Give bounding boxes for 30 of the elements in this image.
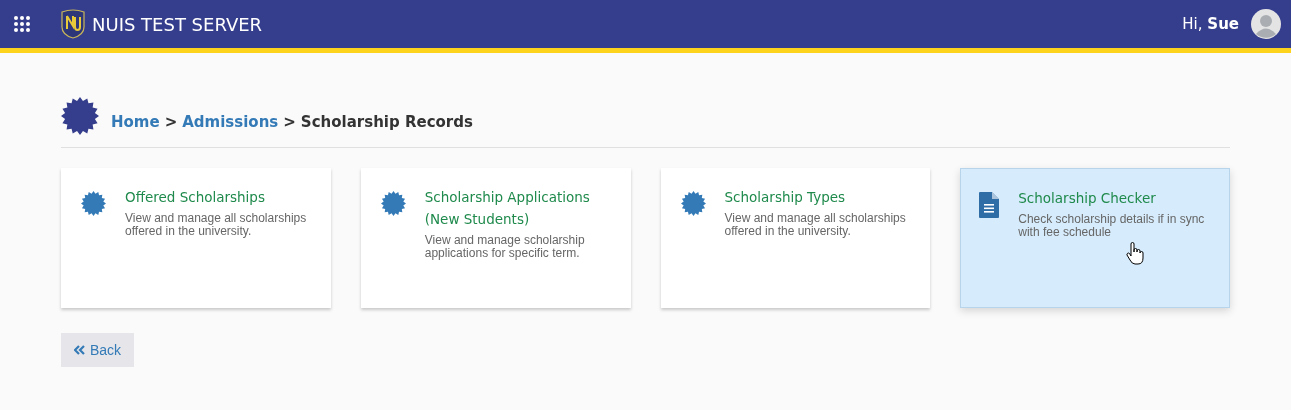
document-icon <box>979 192 1000 218</box>
breadcrumb-separator: > <box>283 111 296 133</box>
card-description: View and manage all scholarships offered in the university. <box>125 212 308 238</box>
card-title: Scholarship Types <box>724 188 847 207</box>
double-chevron-left-icon <box>74 345 86 355</box>
badge-icon <box>680 191 706 216</box>
crest-logo <box>60 9 86 39</box>
breadcrumb-link[interactable]: Admissions <box>182 110 279 133</box>
breadcrumb-separator: > <box>164 111 178 133</box>
apps-grid-icon[interactable] <box>14 16 30 32</box>
app-title: NUIS TEST SERVER <box>92 12 263 37</box>
breadcrumb-current: Scholarship Records <box>300 111 473 133</box>
menu-card[interactable]: Scholarship Applications (New Students) View and manage scholarship applications for specific term. <box>360 168 631 308</box>
card-description: View and manage all scholarships offered in the university. <box>724 212 907 238</box>
card-title: Scholarship Checker <box>1018 189 1157 208</box>
badge-icon <box>81 191 106 216</box>
hand-cursor-icon <box>1126 242 1145 266</box>
menu-card[interactable]: Scholarship Checker Check scholarship details if in sync with fee schedule <box>960 168 1230 308</box>
breadcrumb-link[interactable]: Home <box>111 110 160 133</box>
badge-icon <box>380 191 406 216</box>
card-title: Offered Scholarships <box>125 188 266 207</box>
menu-card[interactable]: Offered Scholarships View and manage all scholarships offered in the university. <box>61 168 331 308</box>
card-description: View and manage scholarship applications for specific term. <box>424 234 586 260</box>
back-button[interactable]: Back <box>61 333 135 367</box>
user-greeting: Hi, Sue <box>1182 13 1239 35</box>
menu-card[interactable]: Scholarship Types View and manage all scholarships offered in the university. <box>660 168 931 308</box>
card-title: Scholarship Applications (New Students) <box>424 188 591 229</box>
card-description: Check scholarship details if in sync with fee schedule <box>1018 213 1206 239</box>
avatar-icon[interactable] <box>1251 9 1281 39</box>
seal-icon <box>61 97 99 135</box>
